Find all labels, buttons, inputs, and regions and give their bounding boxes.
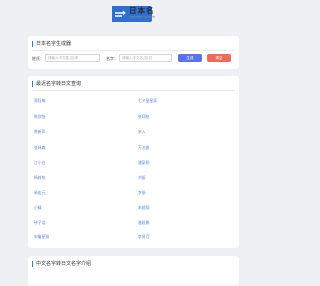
surname-input[interactable]: 请输入中文姓,如:李 [45,54,100,62]
generator-title: 日本名字生成器 [32,41,71,47]
clear-button[interactable]: 清空 [207,54,231,62]
site-domain: ribenming.com [129,15,156,19]
recent-name-link[interactable]: 李振 [138,190,146,196]
site-header: 日本名 ribenming.com [0,0,263,30]
recent-name-link[interactable]: 钟子浩 [34,220,45,226]
recent-name-link[interactable]: 易宏元 [34,190,45,196]
recent-queries-title: 最近名字转日文查询 [32,81,81,87]
logo-mark-icon [112,6,128,22]
recent-name-link[interactable]: 七夕星星雨 [138,98,157,104]
recent-name-link[interactable]: 郑钰楠 [34,98,45,104]
recent-name-link[interactable]: 申屠星翔 [34,234,49,240]
recent-name-link[interactable]: 江小白 [34,160,45,166]
recent-name-link[interactable]: 张玮森 [34,145,45,151]
recent-name-link[interactable]: 潘豪翔 [138,160,149,166]
intro-title: 中文名字转日文名字介绍 [32,261,91,267]
recent-name-link[interactable]: 陈新声 [34,129,45,135]
recent-name-link[interactable]: 小晴 [34,205,42,211]
recent-name-link[interactable]: 宋入 [138,129,146,135]
divider [32,50,235,51]
recent-queries-card: 最近名字转日文查询 郑钰楠 陈欣怡 陈新声 张玮森 江小白 杨梓铭 易宏元 小晴… [28,76,239,248]
recent-name-link[interactable]: 杨梓铭 [34,175,45,181]
generate-button[interactable]: 生成 [178,54,202,62]
generator-card: 日本名字生成器 姓氏： 请输入中文姓,如:李 名字： 请输入中文名,如:白 生成… [28,36,239,69]
divider [32,90,235,91]
recent-name-link[interactable]: 潘娅娜 [138,220,149,226]
given-name-label: 名字： [106,56,118,61]
recent-name-link[interactable]: 李贤月 [138,234,149,240]
recent-name-link[interactable]: 陈欣怡 [34,114,45,120]
surname-label: 姓氏： [32,56,44,61]
intro-card: 中文名字转日文名字介绍 [28,256,239,286]
recent-name-link[interactable]: 张翊铭 [138,114,149,120]
given-name-input[interactable]: 请输入中文名,如:白 [119,54,172,62]
recent-name-link[interactable]: 朱竣翔 [138,205,149,211]
recent-name-link[interactable]: 刘振 [138,175,146,181]
recent-name-link[interactable]: 万泊俊 [138,145,149,151]
